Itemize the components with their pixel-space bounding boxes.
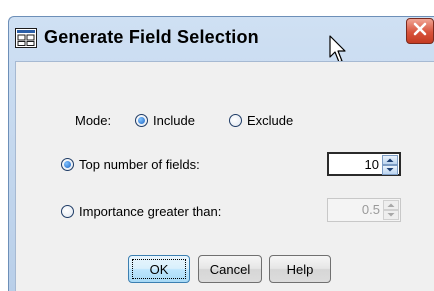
mode-include-radio[interactable] — [135, 114, 148, 127]
mode-include-label[interactable]: Include — [153, 113, 195, 128]
top-number-value[interactable]: 10 — [365, 157, 379, 172]
focus-rectangle — [132, 259, 186, 279]
top-number-spin-buttons — [382, 155, 398, 175]
importance-value: 0.5 — [361, 202, 380, 217]
dialog-title: Generate Field Selection — [44, 27, 259, 47]
cancel-button-label: Cancel — [209, 261, 251, 277]
importance-spin-buttons — [383, 200, 399, 220]
cancel-button[interactable]: Cancel — [198, 255, 262, 283]
dialog-app-icon — [15, 28, 37, 48]
ok-button[interactable]: OK — [128, 255, 190, 283]
importance-increment-button — [383, 200, 399, 210]
top-number-label[interactable]: Top number of fields: — [79, 157, 200, 172]
help-button[interactable]: Help — [269, 255, 331, 283]
importance-radio[interactable] — [61, 205, 74, 218]
mode-exclude-label[interactable]: Exclude — [247, 113, 293, 128]
mode-label: Mode: — [75, 113, 112, 128]
top-number-spinner[interactable]: 10 — [327, 152, 401, 176]
importance-label[interactable]: Importance greater than: — [79, 204, 221, 219]
close-button[interactable] — [406, 18, 434, 44]
arrow-up-icon — [386, 158, 394, 162]
close-icon — [413, 22, 427, 41]
arrow-up-icon — [387, 203, 395, 207]
importance-decrement-button — [383, 210, 399, 220]
top-number-increment-button[interactable] — [382, 155, 398, 165]
screen: Generate Field Selection Mode: Include E… — [0, 0, 434, 291]
importance-spinner: 0.5 — [327, 198, 401, 222]
help-button-label: Help — [286, 261, 314, 277]
generate-field-selection-dialog: Generate Field Selection Mode: Include E… — [8, 16, 434, 291]
arrow-down-icon — [387, 213, 395, 217]
title-bar[interactable]: Generate Field Selection — [9, 17, 434, 63]
mode-exclude-radio[interactable] — [229, 114, 242, 127]
arrow-down-icon — [386, 168, 394, 172]
dialog-body: Mode: Include Exclude Top number of fiel… — [15, 61, 434, 291]
top-number-decrement-button[interactable] — [382, 165, 398, 175]
top-number-radio[interactable] — [61, 158, 74, 171]
